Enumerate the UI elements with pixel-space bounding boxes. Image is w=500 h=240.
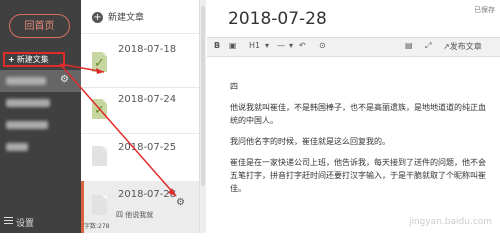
collection-item[interactable] bbox=[6, 143, 28, 151]
list-item-date[interactable]: 2018-07-18 bbox=[118, 44, 176, 55]
list-item-snippet: 四 他说我就 bbox=[116, 211, 154, 219]
gear-icon[interactable]: ⚙ bbox=[60, 74, 69, 85]
settings-label: 设置 bbox=[16, 219, 35, 229]
clock-icon[interactable]: ⊙ bbox=[319, 41, 326, 50]
chevron-down-icon[interactable]: ▾ bbox=[289, 41, 293, 50]
undo-icon[interactable]: ↶ bbox=[299, 41, 306, 50]
save-status: 已保存 bbox=[474, 6, 495, 14]
divider bbox=[81, 33, 199, 34]
horizontal-rule-icon[interactable]: — bbox=[277, 41, 285, 50]
home-button[interactable]: 回首页 bbox=[9, 14, 70, 38]
word-count: 字数:278 bbox=[84, 223, 110, 230]
new-article-button[interactable]: + 新建文章 bbox=[92, 10, 144, 23]
collection-item[interactable] bbox=[6, 99, 50, 107]
article-list: + 新建文章 ✓ 2018-07-18 ✓ 2018-07-24 2018-07-… bbox=[81, 0, 200, 233]
editor-toolbar: B ▣ H1 ▾ — ▾ ↶ ⊙ ▤ ⤢ ↗发布文章 bbox=[207, 37, 500, 57]
article-body[interactable]: 四 他说我就叫崔佳，不是韩国棒子，也不是高丽遗族，是地地道道的纯正血统的中国人。… bbox=[230, 80, 492, 203]
settings-button[interactable]: 设置 bbox=[4, 215, 34, 229]
list-item-date[interactable]: 2018-07-25 bbox=[118, 142, 176, 153]
new-article-label: 新建文章 bbox=[108, 13, 145, 23]
collection-name-blurred bbox=[6, 77, 46, 85]
divider bbox=[81, 87, 199, 88]
paragraph: 崔佳是在一家快递公司上班，他告诉我，每天接到了送件的问题，他不会五笔打字，拼音打… bbox=[230, 158, 486, 193]
paragraph: 我问他名字的时候，崔佳就是这么回复我的。 bbox=[230, 137, 390, 146]
document-icon bbox=[92, 146, 107, 166]
fullscreen-icon[interactable]: ⤢ bbox=[425, 41, 431, 51]
bold-icon[interactable]: B bbox=[214, 41, 220, 50]
plus-icon: + bbox=[8, 55, 15, 64]
new-collection-label: 新建文集 bbox=[16, 55, 49, 64]
paragraph: 四 bbox=[230, 82, 238, 91]
publish-button[interactable]: ↗发布文章 bbox=[443, 41, 482, 52]
preview-icon[interactable]: ▤ bbox=[405, 41, 413, 50]
list-item-date[interactable]: 2018-07-24 bbox=[118, 94, 176, 105]
editor: 已保存 2018-07-28 B ▣ H1 ▾ — ▾ ↶ ⊙ ▤ ⤢ ↗发布文… bbox=[207, 0, 500, 233]
collection-item[interactable] bbox=[6, 121, 48, 129]
image-icon[interactable]: ▣ bbox=[229, 41, 237, 50]
document-icon bbox=[92, 195, 107, 215]
article-title[interactable]: 2018-07-28 bbox=[228, 9, 327, 29]
check-icon: ✓ bbox=[94, 103, 105, 118]
plus-circle-icon: + bbox=[92, 12, 103, 23]
list-item-date[interactable]: 2018-07-28 bbox=[118, 189, 176, 200]
watermark: jingyan.baidu.com bbox=[408, 217, 492, 227]
heading-button[interactable]: H1 bbox=[249, 41, 260, 50]
share-icon: ↗ bbox=[443, 42, 450, 51]
divider bbox=[81, 133, 199, 134]
check-icon: ✓ bbox=[94, 56, 105, 71]
paragraph: 他说我就叫崔佳，不是韩国棒子，也不是高丽遗族，是地地道道的纯正血统的中国人。 bbox=[230, 103, 486, 125]
scrollbar-thumb[interactable] bbox=[201, 6, 205, 186]
new-collection-button[interactable]: + 新建文集 bbox=[3, 52, 65, 67]
chevron-down-icon[interactable]: ▾ bbox=[265, 41, 269, 50]
menu-icon bbox=[4, 215, 13, 226]
sidebar: 回首页 + 新建文集 ⚙ 设置 bbox=[0, 0, 81, 233]
publish-label: 发布文章 bbox=[449, 42, 482, 51]
list-scrollbar[interactable] bbox=[200, 0, 206, 233]
gear-icon[interactable]: ⚙ bbox=[176, 197, 185, 208]
